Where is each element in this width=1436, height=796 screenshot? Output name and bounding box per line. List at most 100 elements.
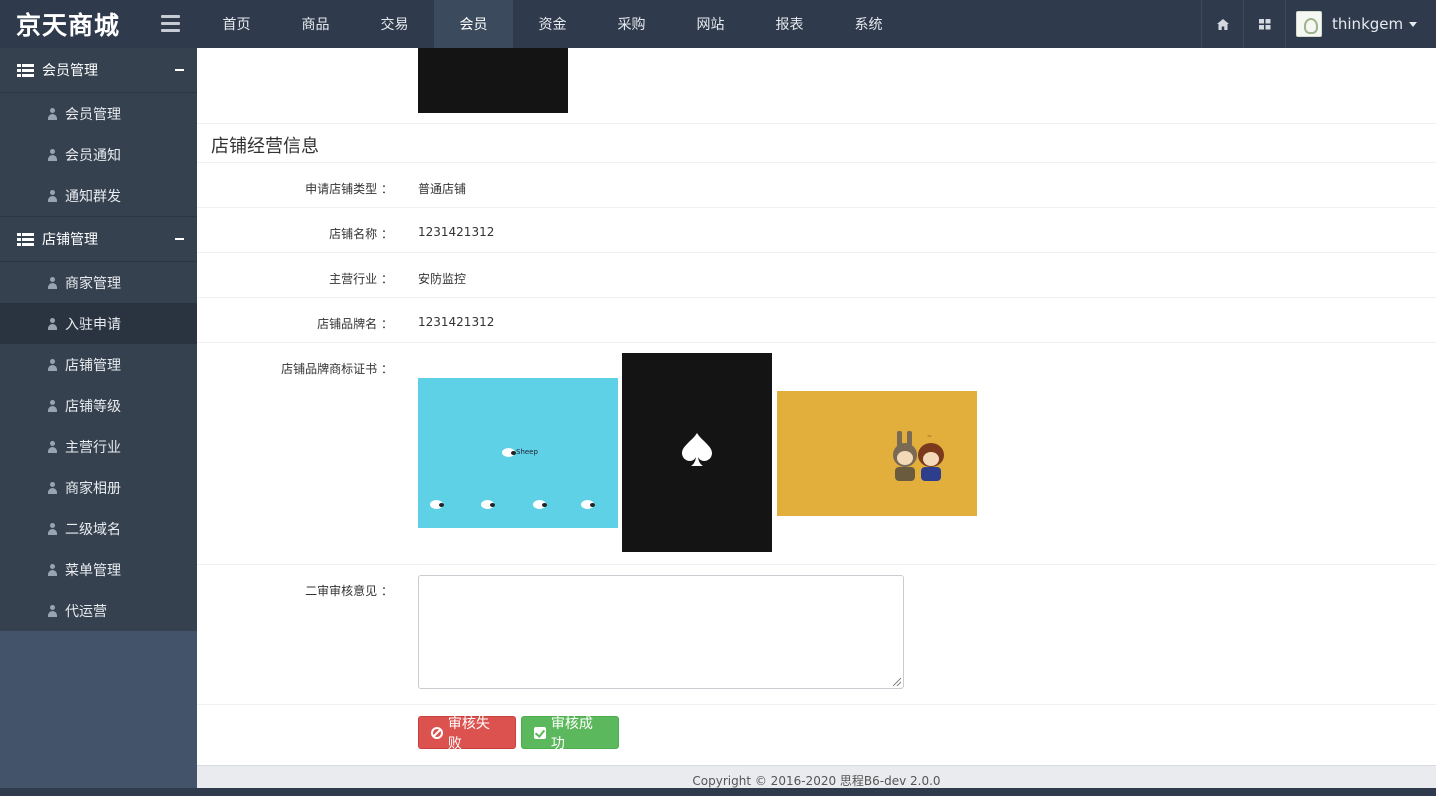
user-menu[interactable]: thinkgem: [1285, 0, 1436, 48]
top-right-tools: thinkgem: [1201, 0, 1436, 48]
main-nav: 首页 商品 交易 会员 资金 采购 网站 报表 系统: [197, 0, 908, 48]
shop-image-thumb[interactable]: [418, 48, 568, 113]
review-success-label: 审核成功: [550, 715, 593, 752]
image-caption: Sheep: [516, 448, 538, 456]
user-icon: [47, 399, 58, 412]
sheep-icon: [481, 500, 495, 509]
brand: 京天商城: [0, 0, 197, 48]
sidebar-item-label: 二级域名: [65, 521, 121, 538]
field-label: 店铺品牌名 ：: [317, 317, 393, 331]
spade-icon: [682, 433, 712, 466]
top-navbar: 京天商城 首页 商品 交易 会员 资金 采购 网站 报表 系统 thinkgem: [0, 0, 1436, 48]
sidebar-item-shop-manage[interactable]: 店铺管理: [0, 344, 197, 385]
user-icon: [47, 148, 58, 161]
table-icon: [17, 63, 34, 77]
apps-button[interactable]: [1243, 0, 1285, 48]
review-success-button[interactable]: 审核成功: [521, 716, 619, 752]
nav-item-website[interactable]: 网站: [671, 0, 750, 48]
sidebar-item-label: 会员管理: [65, 106, 121, 123]
sidebar-item-operation[interactable]: 代运营: [0, 590, 197, 631]
field-value: 普通店铺: [418, 182, 467, 196]
main-content: 店铺经营信息 申请店铺类型 ： 普通店铺 店铺名称 ： 1231421312 主…: [197, 48, 1436, 765]
sidebar: 会员管理 会员管理 会员通知 通知群发 店铺管理 商家管理 入驻申请 店铺管理 …: [0, 48, 197, 788]
user-icon: [47, 440, 58, 453]
caret-down-icon: [1409, 21, 1418, 27]
nav-item-goods[interactable]: 商品: [276, 0, 355, 48]
check-square-icon: [534, 726, 546, 739]
sidebar-item-notice-broadcast[interactable]: 通知群发: [0, 175, 197, 216]
grid-icon: [1258, 18, 1270, 29]
sheep-icon: [502, 448, 516, 457]
sidebar-group-shop[interactable]: 店铺管理: [0, 217, 197, 262]
sidebar-item-shop-level[interactable]: 店铺等级: [0, 385, 197, 426]
field-row-shop-name: 店铺名称 ： 1231421312: [197, 208, 1436, 253]
user-icon: [47, 276, 58, 289]
field-label: 主营行业 ：: [329, 272, 393, 286]
nav-item-trade[interactable]: 交易: [355, 0, 434, 48]
sidebar-item-label: 店铺管理: [65, 357, 121, 374]
sidebar-item-label: 通知群发: [65, 188, 121, 205]
sidebar-item-industry[interactable]: 主营行业: [0, 426, 197, 467]
user-icon: [47, 107, 58, 120]
sheep-image[interactable]: Sheep: [418, 378, 618, 528]
sidebar-item-merchant[interactable]: 商家管理: [0, 262, 197, 303]
sheep-icon: [533, 500, 547, 509]
collapse-icon[interactable]: [175, 238, 184, 240]
sidebar-item-menu[interactable]: 菜单管理: [0, 549, 197, 590]
footer: Copyright © 2016-2020 思程B6-dev 2.0.0: [197, 765, 1436, 788]
footer-copyright: Copyright © 2016-2020 思程B6-dev 2.0.0: [692, 774, 941, 788]
sidebar-item-label: 会员通知: [65, 147, 121, 164]
sidebar-item-member-notice[interactable]: 会员通知: [0, 134, 197, 175]
field-row-shop-type: 申请店铺类型 ： 普通店铺: [197, 163, 1436, 208]
user-name: thinkgem: [1332, 15, 1404, 33]
sidebar-item-label: 主营行业: [65, 439, 121, 456]
sidebar-item-label: 入驻申请: [65, 316, 121, 333]
nav-item-member[interactable]: 会员: [434, 0, 513, 48]
section-title: 店铺经营信息: [211, 136, 319, 157]
resize-grip-icon[interactable]: [893, 678, 901, 686]
field-row-industry: 主营行业 ： 安防监控: [197, 253, 1436, 298]
field-label: 申请店铺类型 ：: [305, 182, 393, 196]
sidebar-item-label: 店铺等级: [65, 398, 121, 415]
collapse-icon[interactable]: [175, 69, 184, 71]
sidebar-item-apply[interactable]: 入驻申请: [0, 303, 197, 344]
cartoon-image[interactable]: ~: [777, 391, 977, 516]
home-icon: [1216, 18, 1229, 30]
section-header: 店铺经营信息: [197, 124, 1436, 163]
home-button[interactable]: [1201, 0, 1243, 48]
nav-item-home[interactable]: 首页: [197, 0, 276, 48]
svg-text:~: ~: [927, 433, 932, 440]
table-icon: [17, 232, 34, 246]
brand-title[interactable]: 京天商城: [16, 6, 120, 42]
user-icon: [47, 604, 58, 617]
sidebar-group-member[interactable]: 会员管理: [0, 48, 197, 93]
sheep-icon: [430, 500, 444, 509]
spade-image[interactable]: [622, 353, 772, 552]
user-icon: [47, 522, 58, 535]
avatar: [1296, 11, 1322, 37]
nav-item-purchase[interactable]: 采购: [592, 0, 671, 48]
user-icon: [47, 358, 58, 371]
field-label: 店铺名称 ：: [329, 227, 393, 241]
cartoon-characters-icon: ~: [893, 431, 944, 481]
nav-item-reports[interactable]: 报表: [750, 0, 829, 48]
ban-icon: [431, 726, 443, 739]
field-label: 二审审核意见 ：: [305, 584, 393, 598]
review-fail-button[interactable]: 审核失败: [418, 716, 516, 752]
nav-item-system[interactable]: 系统: [829, 0, 908, 48]
field-value: 1231421312: [418, 225, 495, 239]
sidebar-item-label: 代运营: [65, 603, 107, 620]
sheep-icon: [581, 500, 595, 509]
sidebar-item-label: 商家相册: [65, 480, 121, 497]
review-opinion-textarea[interactable]: [418, 575, 904, 689]
sidebar-item-label: 商家管理: [65, 275, 121, 292]
previous-image-row: [197, 48, 1436, 124]
sidebar-item-album[interactable]: 商家相册: [0, 467, 197, 508]
nav-item-funds[interactable]: 资金: [513, 0, 592, 48]
sidebar-item-subdomain[interactable]: 二级域名: [0, 508, 197, 549]
sidebar-item-member-manage[interactable]: 会员管理: [0, 93, 197, 134]
user-icon: [47, 481, 58, 494]
sidebar-group-label: 店铺管理: [42, 232, 98, 248]
menu-toggle-icon[interactable]: [161, 15, 180, 32]
field-label: 店铺品牌商标证书 ：: [281, 362, 393, 376]
